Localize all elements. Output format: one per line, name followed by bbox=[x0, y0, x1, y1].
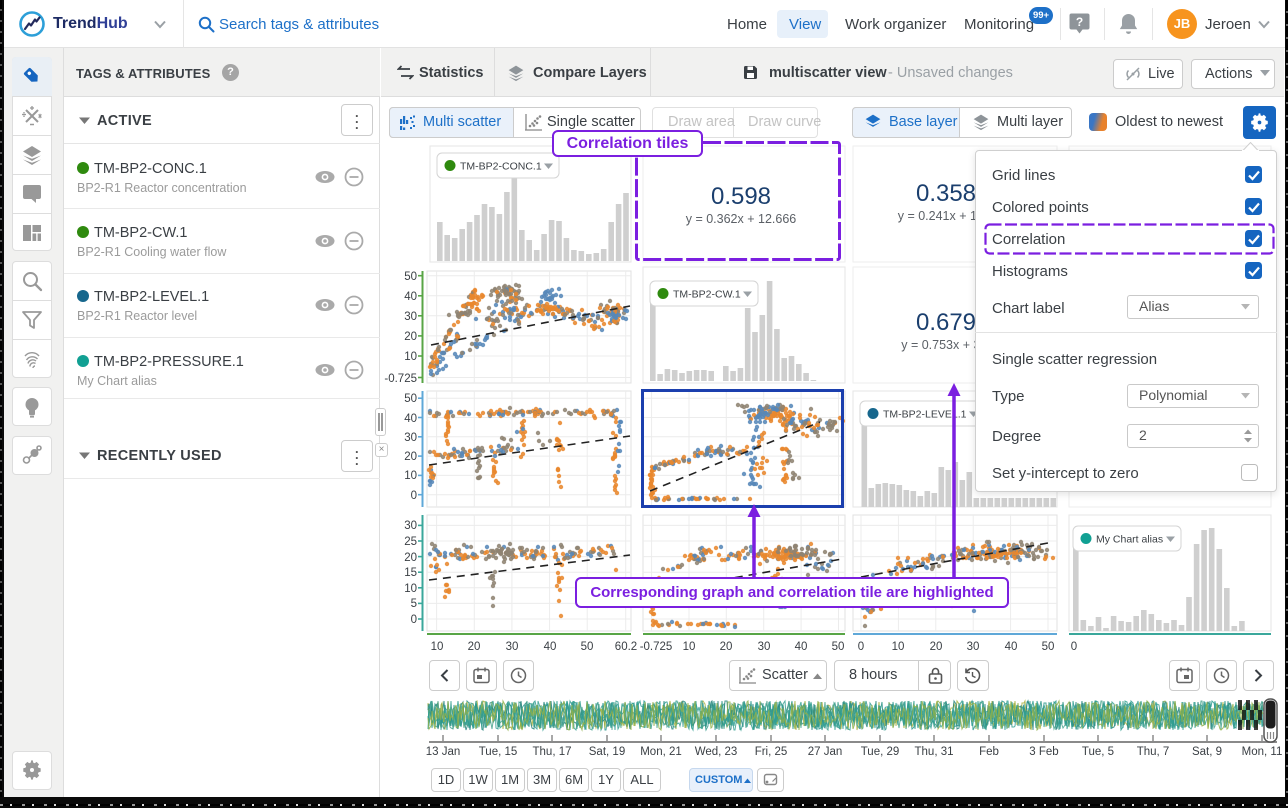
svg-text:Thu, 31: Thu, 31 bbox=[915, 746, 954, 758]
svg-text:Wed, 23: Wed, 23 bbox=[695, 746, 738, 758]
svg-text:3 Feb: 3 Feb bbox=[1029, 746, 1058, 758]
svg-text:27 Jan: 27 Jan bbox=[808, 746, 843, 758]
svg-text:Thu, 17: Thu, 17 bbox=[533, 746, 572, 758]
svg-text:Mon, 11: Mon, 11 bbox=[1242, 746, 1283, 758]
svg-text:Sat, 19: Sat, 19 bbox=[589, 746, 625, 758]
svg-text:Tue, 5: Tue, 5 bbox=[1082, 746, 1114, 758]
svg-text:13 Jan: 13 Jan bbox=[426, 746, 461, 758]
svg-text:Sat, 9: Sat, 9 bbox=[1192, 746, 1222, 758]
svg-text:Thu, 7: Thu, 7 bbox=[1137, 746, 1170, 758]
svg-text:Tue, 29: Tue, 29 bbox=[861, 746, 900, 758]
svg-text:Feb: Feb bbox=[979, 746, 999, 758]
svg-text:Tue, 15: Tue, 15 bbox=[479, 746, 518, 758]
svg-text:Mon, 21: Mon, 21 bbox=[640, 746, 682, 758]
svg-text:Fri, 25: Fri, 25 bbox=[755, 746, 788, 758]
